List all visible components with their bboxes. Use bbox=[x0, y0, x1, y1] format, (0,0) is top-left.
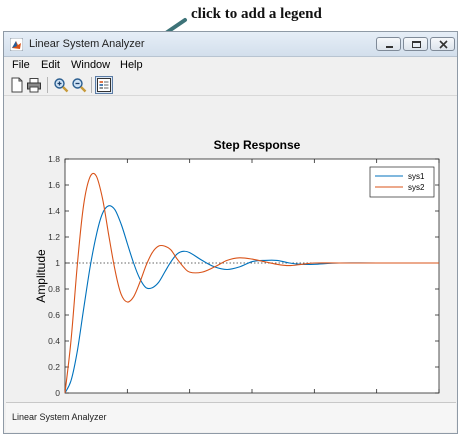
y-tick-label: 1.8 bbox=[48, 154, 60, 164]
new-icon[interactable] bbox=[9, 77, 25, 93]
x-tick-label: 5 bbox=[125, 397, 130, 399]
legend-button[interactable] bbox=[95, 76, 113, 94]
zoom-out-icon[interactable] bbox=[71, 77, 87, 93]
x-tick-label: 30 bbox=[434, 397, 444, 399]
maximize-button[interactable] bbox=[403, 37, 428, 51]
status-text: Linear System Analyzer bbox=[12, 412, 107, 422]
x-tick-label: 25 bbox=[372, 397, 382, 399]
y-tick-label: 0 bbox=[55, 388, 60, 398]
matlab-icon bbox=[10, 38, 23, 51]
annotation-text: click to add a legend bbox=[191, 6, 322, 22]
x-tick-label: 10 bbox=[185, 397, 195, 399]
status-bar: Linear System Analyzer bbox=[6, 402, 456, 432]
toolbar-separator bbox=[91, 77, 92, 93]
x-tick-label: 20 bbox=[310, 397, 320, 399]
toolbar-separator bbox=[47, 77, 48, 93]
menu-bar: File Edit Window Help bbox=[4, 57, 457, 74]
y-tick-label: 1 bbox=[55, 258, 60, 268]
y-axis-label: Amplitude bbox=[34, 249, 48, 303]
menu-edit[interactable]: Edit bbox=[41, 59, 60, 71]
maximize-icon bbox=[412, 41, 421, 48]
x-tick-label: 15 bbox=[247, 397, 257, 399]
legend-label-sys1: sys1 bbox=[408, 172, 425, 181]
y-tick-label: 0.8 bbox=[48, 284, 60, 294]
y-tick-label: 0.6 bbox=[48, 310, 60, 320]
zoom-in-icon[interactable] bbox=[53, 77, 69, 93]
menu-file[interactable]: File bbox=[12, 59, 30, 71]
y-tick-label: 1.6 bbox=[48, 180, 60, 190]
menu-window[interactable]: Window bbox=[71, 59, 110, 71]
y-tick-label: 0.2 bbox=[48, 362, 60, 372]
app-window: Linear System Analyzer File Edit Window … bbox=[3, 31, 458, 434]
chart-title: Step Response bbox=[214, 138, 301, 152]
y-tick-label: 1.4 bbox=[48, 206, 60, 216]
y-tick-label: 1.2 bbox=[48, 232, 60, 242]
minimize-button[interactable] bbox=[376, 37, 401, 51]
close-icon bbox=[439, 40, 448, 49]
plot-area: Step ResponseTime (seconds)Amplitude0510… bbox=[7, 99, 455, 426]
title-bar: Linear System Analyzer bbox=[4, 32, 457, 57]
legend-icon bbox=[97, 78, 111, 92]
print-icon[interactable] bbox=[26, 77, 42, 93]
step-response-chart[interactable]: Step ResponseTime (seconds)Amplitude0510… bbox=[7, 99, 455, 426]
menu-help[interactable]: Help bbox=[120, 59, 143, 71]
y-tick-label: 0.4 bbox=[48, 336, 60, 346]
window-title: Linear System Analyzer bbox=[29, 38, 145, 50]
close-button[interactable] bbox=[430, 37, 455, 51]
toolbar bbox=[4, 74, 457, 96]
minimize-icon bbox=[386, 46, 393, 48]
x-tick-label: 0 bbox=[63, 397, 68, 399]
legend-label-sys2: sys2 bbox=[408, 183, 425, 192]
